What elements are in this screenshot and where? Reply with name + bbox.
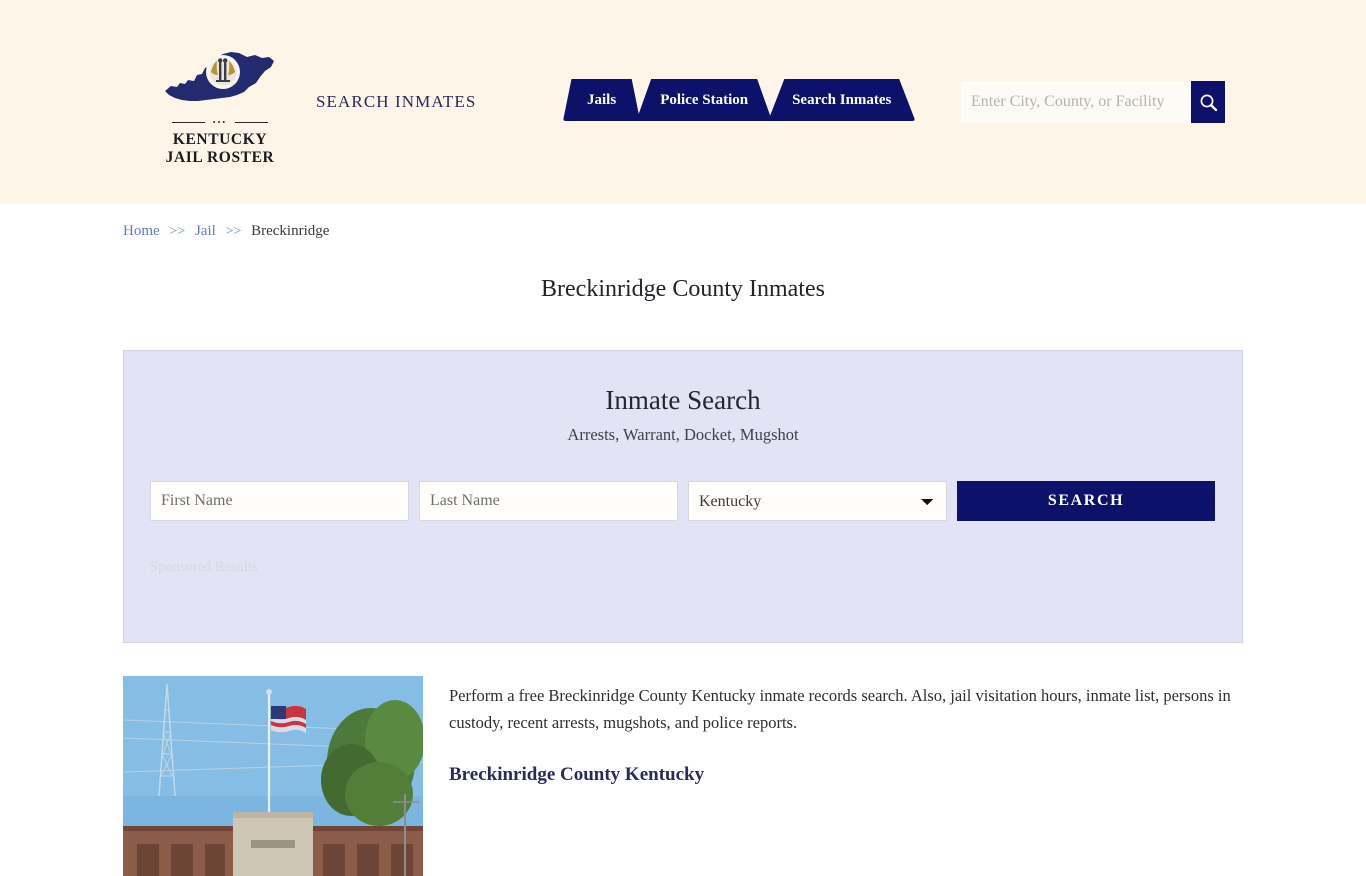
breadcrumb: Home >> Jail >> Breckinridge <box>123 204 1243 240</box>
primary-navigation: Jails Police Station Search Inmates <box>563 79 916 121</box>
logo-text-line2: JAIL ROSTER <box>165 149 275 166</box>
county-info-section: Perform a free Breckinridge County Kentu… <box>123 676 1243 876</box>
sponsored-results-label: Sponsored Results <box>150 559 258 575</box>
county-info-text: Perform a free Breckinridge County Kentu… <box>449 676 1243 786</box>
logo-divider: ••• <box>172 118 268 127</box>
header-search-input[interactable] <box>961 81 1191 123</box>
site-header: ••• KENTUCKY JAIL ROSTER SEARCH INMATES … <box>0 0 1366 204</box>
header-search-group <box>961 81 1225 123</box>
search-panel-subtitle: Arrests, Warrant, Docket, Mugshot <box>567 425 799 444</box>
header-search-button[interactable] <box>1191 81 1225 123</box>
main-content: Home >> Jail >> Breckinridge Breckinridg… <box>123 204 1243 876</box>
nav-tab-label: Search Inmates <box>792 91 892 108</box>
first-name-input[interactable] <box>150 481 409 521</box>
logo-divider-dots: ••• <box>212 118 228 127</box>
inmate-search-form: Kentucky SEARCH <box>150 481 1216 521</box>
county-description: Perform a free Breckinridge County Kentu… <box>449 686 1231 732</box>
breadcrumb-link-home[interactable]: Home <box>123 223 160 239</box>
kentucky-map-icon <box>161 44 279 112</box>
inmate-search-panel: Inmate Search Arrests, Warrant, Docket, … <box>123 350 1243 643</box>
nav-tab-label: Jails <box>587 91 617 108</box>
breadcrumb-current: Breckinridge <box>251 223 330 239</box>
nav-tab-police-station[interactable]: Police Station <box>636 79 773 121</box>
county-subheading: Breckinridge County Kentucky <box>449 764 705 785</box>
last-name-input[interactable] <box>419 481 678 521</box>
header-inner: ••• KENTUCKY JAIL ROSTER SEARCH INMATES … <box>123 0 1243 204</box>
page-title: Breckinridge County Inmates <box>541 276 825 302</box>
breadcrumb-separator: >> <box>169 224 186 239</box>
search-panel-title: Inmate Search <box>605 385 761 415</box>
header-tagline: SEARCH INMATES <box>316 92 477 111</box>
jail-building-photo <box>123 676 423 876</box>
nav-tab-label: Police Station <box>660 91 749 108</box>
breadcrumb-separator: >> <box>225 224 242 239</box>
nav-tab-search-inmates[interactable]: Search Inmates <box>768 79 916 121</box>
site-logo[interactable]: ••• KENTUCKY JAIL ROSTER <box>161 44 279 167</box>
search-icon <box>1200 94 1217 111</box>
state-select[interactable]: Kentucky <box>688 481 947 521</box>
search-submit-button[interactable]: SEARCH <box>957 481 1215 521</box>
nav-tab-jails[interactable]: Jails <box>563 79 641 121</box>
breadcrumb-link-jail[interactable]: Jail <box>195 223 216 239</box>
logo-text-line1: KENTUCKY <box>172 131 268 148</box>
